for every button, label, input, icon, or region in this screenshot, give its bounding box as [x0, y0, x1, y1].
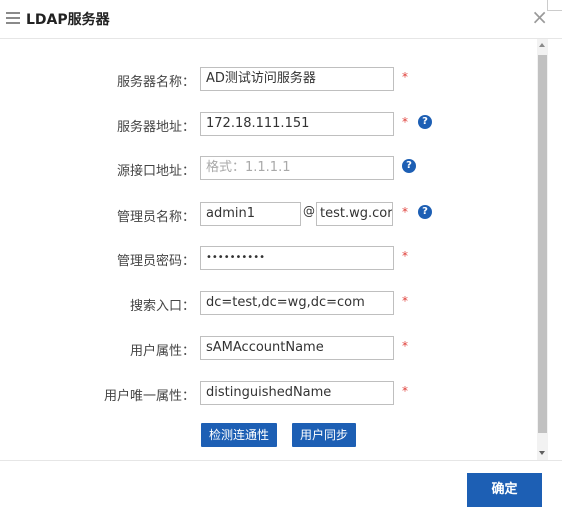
user-attr-label: 用户属性： — [129, 344, 195, 359]
required-marker: * — [402, 384, 408, 398]
user-unique-attr-label: 用户唯一属性： — [103, 389, 195, 404]
server-address-row: 服务器地址： 172.18.111.151 * ? — [0, 112, 536, 138]
test-connection-button[interactable]: 检测连通性 — [201, 423, 278, 447]
vertical-scrollbar[interactable] — [537, 39, 548, 461]
search-base-input[interactable]: dc=test,dc=wg,dc=com — [200, 291, 394, 315]
admin-user-input[interactable]: admin1 — [200, 202, 301, 226]
user-unique-attr-input[interactable]: distinguishedName — [200, 381, 394, 405]
user-attr-input[interactable]: sAMAccountName — [200, 336, 394, 360]
required-marker: * — [402, 339, 408, 353]
search-base-row: 搜索入口： dc=test,dc=wg,dc=com * — [0, 291, 536, 317]
admin-name-row: 管理员名称： admin1 @ test.wg.cor * ? — [0, 202, 536, 228]
help-icon[interactable]: ? — [418, 115, 432, 129]
close-icon[interactable]: × — [531, 6, 548, 28]
server-address-input[interactable]: 172.18.111.151 — [200, 112, 394, 136]
window-corner — [547, 0, 562, 11]
server-name-row: 服务器名称： AD测试访问服务器 * — [0, 67, 536, 93]
admin-domain-input[interactable]: test.wg.cor — [316, 202, 393, 226]
at-symbol: @ — [303, 204, 315, 218]
admin-password-input[interactable]: •••••••••• — [200, 246, 394, 270]
required-marker: * — [402, 115, 408, 129]
source-ip-label: 源接口地址： — [116, 164, 195, 179]
server-name-label: 服务器名称： — [116, 75, 195, 90]
ldap-dialog: LDAP服务器 × 服务器名称： AD测试访问服务器 * 服务器地址： 172.… — [0, 0, 562, 519]
dialog-footer: 确定 — [0, 460, 562, 519]
required-marker: * — [402, 294, 408, 308]
sync-users-button[interactable]: 用户同步 — [292, 423, 357, 447]
search-base-label: 搜索入口： — [129, 299, 195, 314]
scroll-down-arrow-icon[interactable] — [539, 451, 545, 455]
help-icon[interactable]: ? — [402, 159, 416, 173]
menu-icon — [6, 12, 20, 24]
admin-password-row: 管理员密码： •••••••••• * — [0, 246, 536, 272]
source-ip-row: 源接口地址： 格式：1.1.1.1 ? — [0, 156, 536, 182]
required-marker: * — [402, 205, 408, 219]
admin-password-label: 管理员密码： — [116, 254, 195, 269]
server-address-label: 服务器地址： — [116, 120, 195, 135]
required-marker: * — [402, 70, 408, 84]
help-icon[interactable]: ? — [418, 205, 432, 219]
form-content: 服务器名称： AD测试访问服务器 * 服务器地址： 172.18.111.151… — [0, 39, 536, 459]
required-marker: * — [402, 249, 408, 263]
admin-name-label: 管理员名称： — [116, 210, 195, 225]
ok-button[interactable]: 确定 — [467, 473, 542, 507]
source-ip-input[interactable]: 格式：1.1.1.1 — [200, 156, 394, 180]
dialog-title: LDAP服务器 — [26, 12, 110, 28]
scroll-up-arrow-icon[interactable] — [539, 43, 545, 47]
dialog-titlebar: LDAP服务器 × — [0, 0, 562, 39]
user-attr-row: 用户属性： sAMAccountName * — [0, 336, 536, 362]
scroll-thumb[interactable] — [538, 55, 547, 433]
user-unique-attr-row: 用户唯一属性： distinguishedName * — [0, 381, 536, 407]
server-name-input[interactable]: AD测试访问服务器 — [200, 67, 394, 91]
